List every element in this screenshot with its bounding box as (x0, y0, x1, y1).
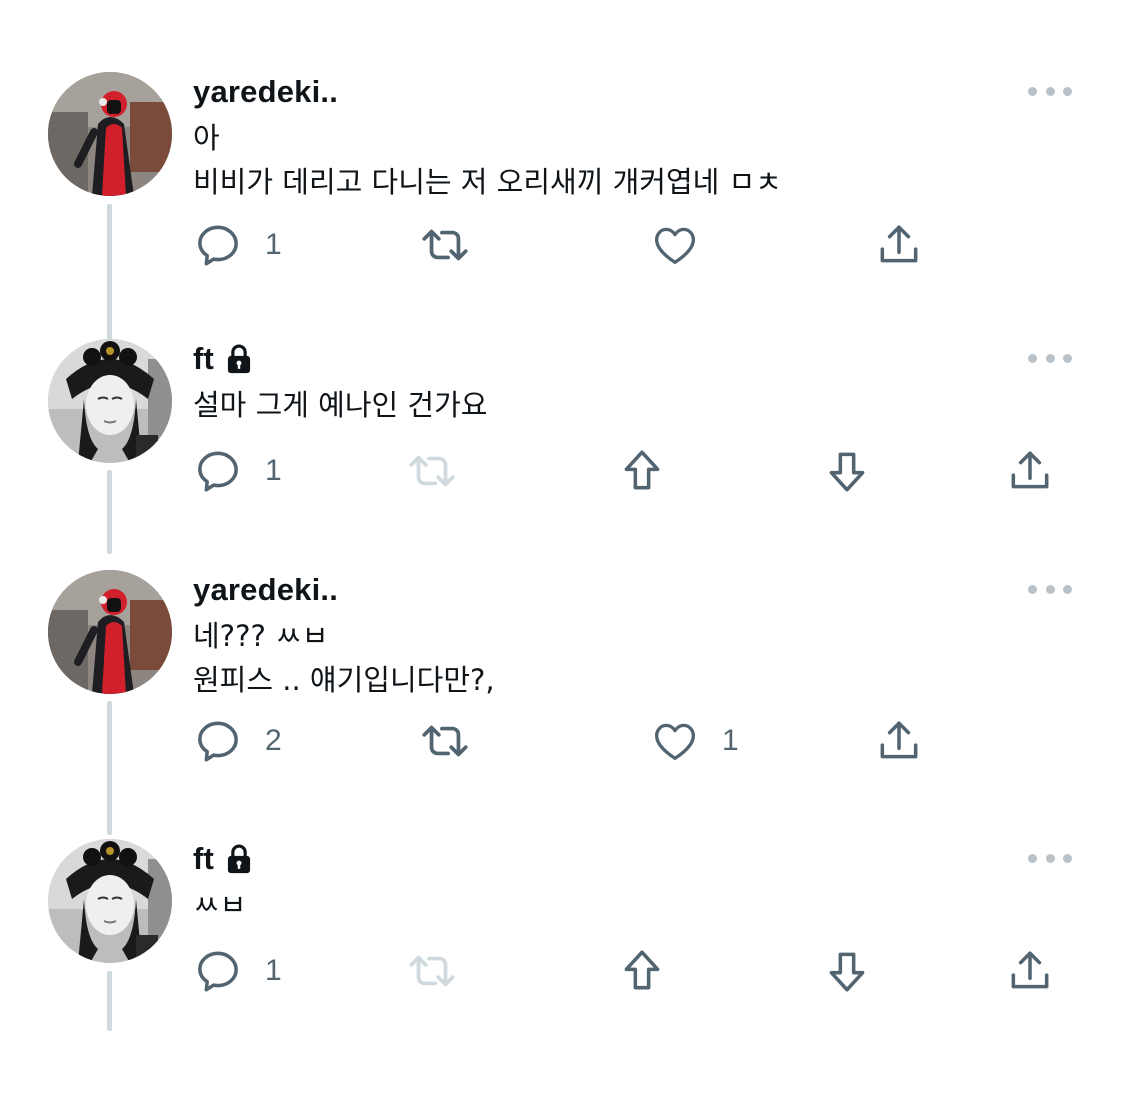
reply-icon (193, 220, 243, 270)
reply-button[interactable]: 2 (193, 716, 282, 766)
reply-icon (193, 446, 243, 496)
share-button[interactable] (1005, 446, 1055, 496)
share-icon (1005, 446, 1055, 496)
tweet-text-line: 원피스 .. 얘기입니다만?, (193, 663, 495, 697)
share-button[interactable] (874, 220, 924, 270)
share-button[interactable] (1005, 946, 1055, 996)
reply-button[interactable]: 1 (193, 946, 282, 996)
author-name-row: ft (193, 839, 254, 879)
retweet-button[interactable] (416, 716, 474, 766)
share-icon (874, 716, 924, 766)
reply-tweet[interactable]: yaredeki.. 네??? ㅆㅂ 원피스 .. 얘기입니다만?, 2 1 (0, 570, 1125, 840)
username[interactable]: yaredeki.. (193, 74, 338, 110)
upvote-icon (617, 946, 667, 996)
tweet-text-line: 설마 그게 예나인 건가요 (193, 388, 488, 422)
reply-button[interactable]: 1 (193, 220, 282, 270)
downvote-icon (822, 946, 872, 996)
thread-connector-line (107, 470, 112, 554)
reply-tweet[interactable]: ft 설마 그게 예나인 건가요 1 (0, 339, 1125, 609)
share-icon (1005, 946, 1055, 996)
author-name-row: ft (193, 339, 254, 379)
author-name-row: yaredeki.. (193, 72, 338, 112)
upvote-button[interactable] (617, 946, 667, 996)
reply-tweet[interactable]: yaredeki.. 아비비가 데리고 다니는 저 오리새끼 개커엽네 ㅁㅊ 1 (0, 72, 1125, 398)
upvote-button[interactable] (617, 446, 667, 496)
reply-count: 2 (265, 724, 282, 757)
downvote-icon (822, 446, 872, 496)
like-button[interactable] (650, 220, 700, 270)
more-options-icon[interactable] (1028, 584, 1072, 594)
tweet-text-line: 네??? ㅆㅂ (193, 619, 329, 653)
retweet-button (403, 946, 461, 996)
retweet-icon (416, 716, 474, 766)
tweet-text-line: 아 (193, 121, 220, 155)
reply-button[interactable]: 1 (193, 446, 282, 496)
tweet-text: ㅆㅂ (193, 883, 246, 927)
like-count: 1 (722, 724, 739, 757)
like-button[interactable]: 1 (650, 716, 739, 766)
retweet-button[interactable] (416, 220, 474, 270)
retweet-icon-disabled (403, 446, 461, 496)
red-hooded-person-avatar[interactable] (48, 72, 172, 196)
more-options-icon[interactable] (1028, 86, 1072, 96)
like-icon (650, 716, 700, 766)
downvote-button[interactable] (822, 446, 872, 496)
reply-count: 1 (265, 228, 282, 261)
upvote-icon (617, 446, 667, 496)
like-icon (650, 220, 700, 270)
downvote-button[interactable] (822, 946, 872, 996)
retweet-icon (416, 220, 474, 270)
more-options-icon[interactable] (1028, 853, 1072, 863)
tweet-text: 네??? ㅆㅂ 원피스 .. 얘기입니다만?, (193, 614, 495, 702)
retweet-icon-disabled (403, 946, 461, 996)
reply-icon (193, 716, 243, 766)
woman-bw-avatar[interactable] (48, 839, 172, 963)
thread-connector-line (107, 971, 112, 1031)
reply-tweet[interactable]: ft ㅆㅂ 1 (0, 839, 1125, 1109)
reply-count: 1 (265, 454, 282, 487)
more-options-icon[interactable] (1028, 353, 1072, 363)
tweet-text: 아비비가 데리고 다니는 저 오리새끼 개커엽네 ㅁㅊ (193, 116, 782, 204)
username[interactable]: ft (193, 841, 214, 877)
username[interactable]: yaredeki.. (193, 572, 338, 608)
author-name-row: yaredeki.. (193, 570, 338, 610)
reply-icon (193, 946, 243, 996)
reply-count: 1 (265, 954, 282, 987)
share-button[interactable] (874, 716, 924, 766)
share-icon (874, 220, 924, 270)
tweet-text-line: ㅆㅂ (193, 888, 247, 922)
lock-icon (224, 843, 254, 875)
woman-bw-avatar[interactable] (48, 339, 172, 463)
username[interactable]: ft (193, 341, 214, 377)
tweet-text-line: 비비가 데리고 다니는 저 오리새끼 개커엽네 ㅁㅊ (193, 165, 782, 199)
red-hooded-person-avatar[interactable] (48, 570, 172, 694)
retweet-button (403, 446, 461, 496)
lock-icon (224, 343, 254, 375)
tweet-text: 설마 그게 예나인 건가요 (193, 383, 487, 427)
thread-connector-line (107, 701, 112, 835)
